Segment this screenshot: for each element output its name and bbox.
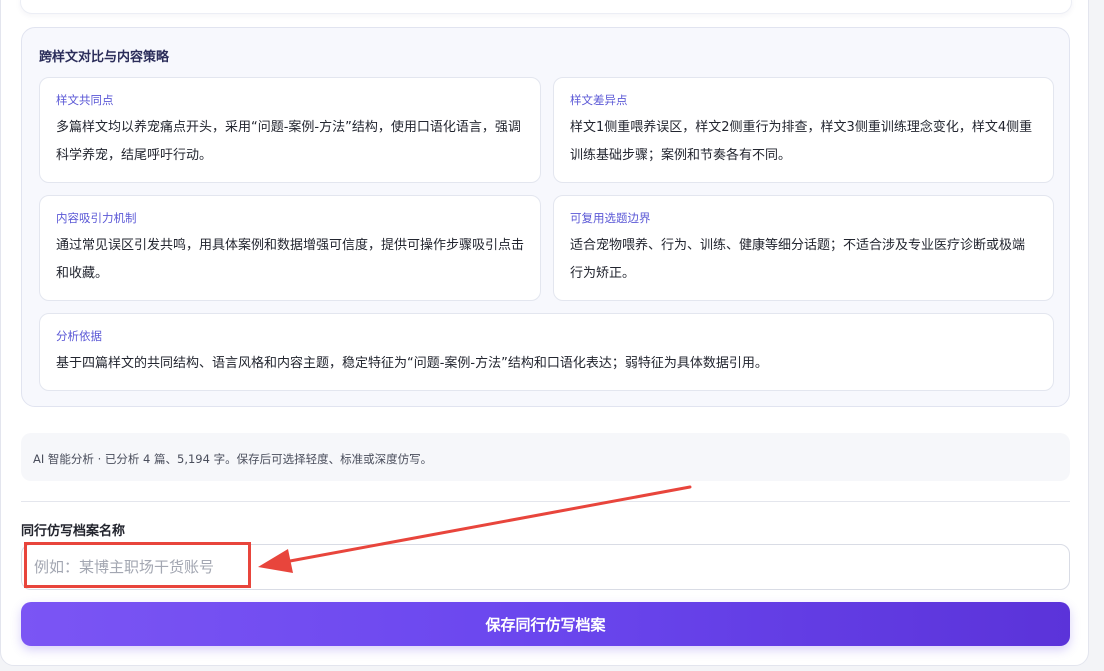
card-common-points: 样文共同点 多篇样文均以养宠痛点开头，采用“问题-案例-方法”结构，使用口语化语… xyxy=(39,77,541,183)
cross-sample-analysis-section: 跨样文对比与内容策略 样文共同点 多篇样文均以养宠痛点开头，采用“问题-案例-方… xyxy=(21,27,1070,407)
card-differences: 样文差异点 样文1侧重喂养误区，样文2侧重行为排查，样文3侧重训练理念变化，样文… xyxy=(553,77,1054,183)
card-text: 样文1侧重喂养误区，样文2侧重行为排查，样文3侧重训练理念变化，样文4侧重训练基… xyxy=(570,120,1033,163)
card-attraction-mechanism: 内容吸引力机制 通过常见误区引发共鸣，用具体案例和数据增强可信度，提供可操作步骤… xyxy=(39,195,541,301)
card-text: 适合宠物喂养、行为、训练、健康等细分话题；不适合涉及专业医疗诊断或极端行为矫正。 xyxy=(570,238,1026,281)
card-label: 内容吸引力机制 xyxy=(56,211,137,225)
card-label: 可复用选题边界 xyxy=(570,211,651,225)
section-title: 跨样文对比与内容策略 xyxy=(39,50,170,65)
card-text: 多篇样文均以养宠痛点开头，采用“问题-案例-方法”结构，使用口语化语言，强调科学… xyxy=(56,120,521,163)
divider xyxy=(21,501,1070,502)
save-profile-button[interactable]: 保存同行仿写档案 xyxy=(21,602,1070,646)
card-label: 分析依据 xyxy=(56,329,102,343)
profile-name-label: 同行仿写档案名称 xyxy=(21,524,126,539)
card-topic-boundary: 可复用选题边界 适合宠物喂养、行为、训练、健康等细分话题；不适合涉及专业医疗诊断… xyxy=(553,195,1054,301)
card-text: 基于四篇样文的共同结构、语言风格和内容主题，稳定特征为“问题-案例-方法”结构和… xyxy=(56,356,768,371)
analysis-summary-text: AI 智能分析 · 已分析 4 篇、5,194 字。保存后可选择轻度、标准或深度… xyxy=(33,452,433,466)
card-analysis-basis: 分析依据 基于四篇样文的共同结构、语言风格和内容主题，稳定特征为“问题-案例-方… xyxy=(39,313,1054,391)
analysis-summary-box: AI 智能分析 · 已分析 4 篇、5,194 字。保存后可选择轻度、标准或深度… xyxy=(21,433,1070,481)
card-text: 通过常见误区引发共鸣，用具体案例和数据增强可信度，提供可操作步骤吸引点击和收藏。 xyxy=(56,238,525,281)
previous-card xyxy=(20,0,1072,14)
card-label: 样文共同点 xyxy=(56,93,114,107)
card-label: 样文差异点 xyxy=(570,93,628,107)
profile-name-input[interactable] xyxy=(21,544,1070,590)
